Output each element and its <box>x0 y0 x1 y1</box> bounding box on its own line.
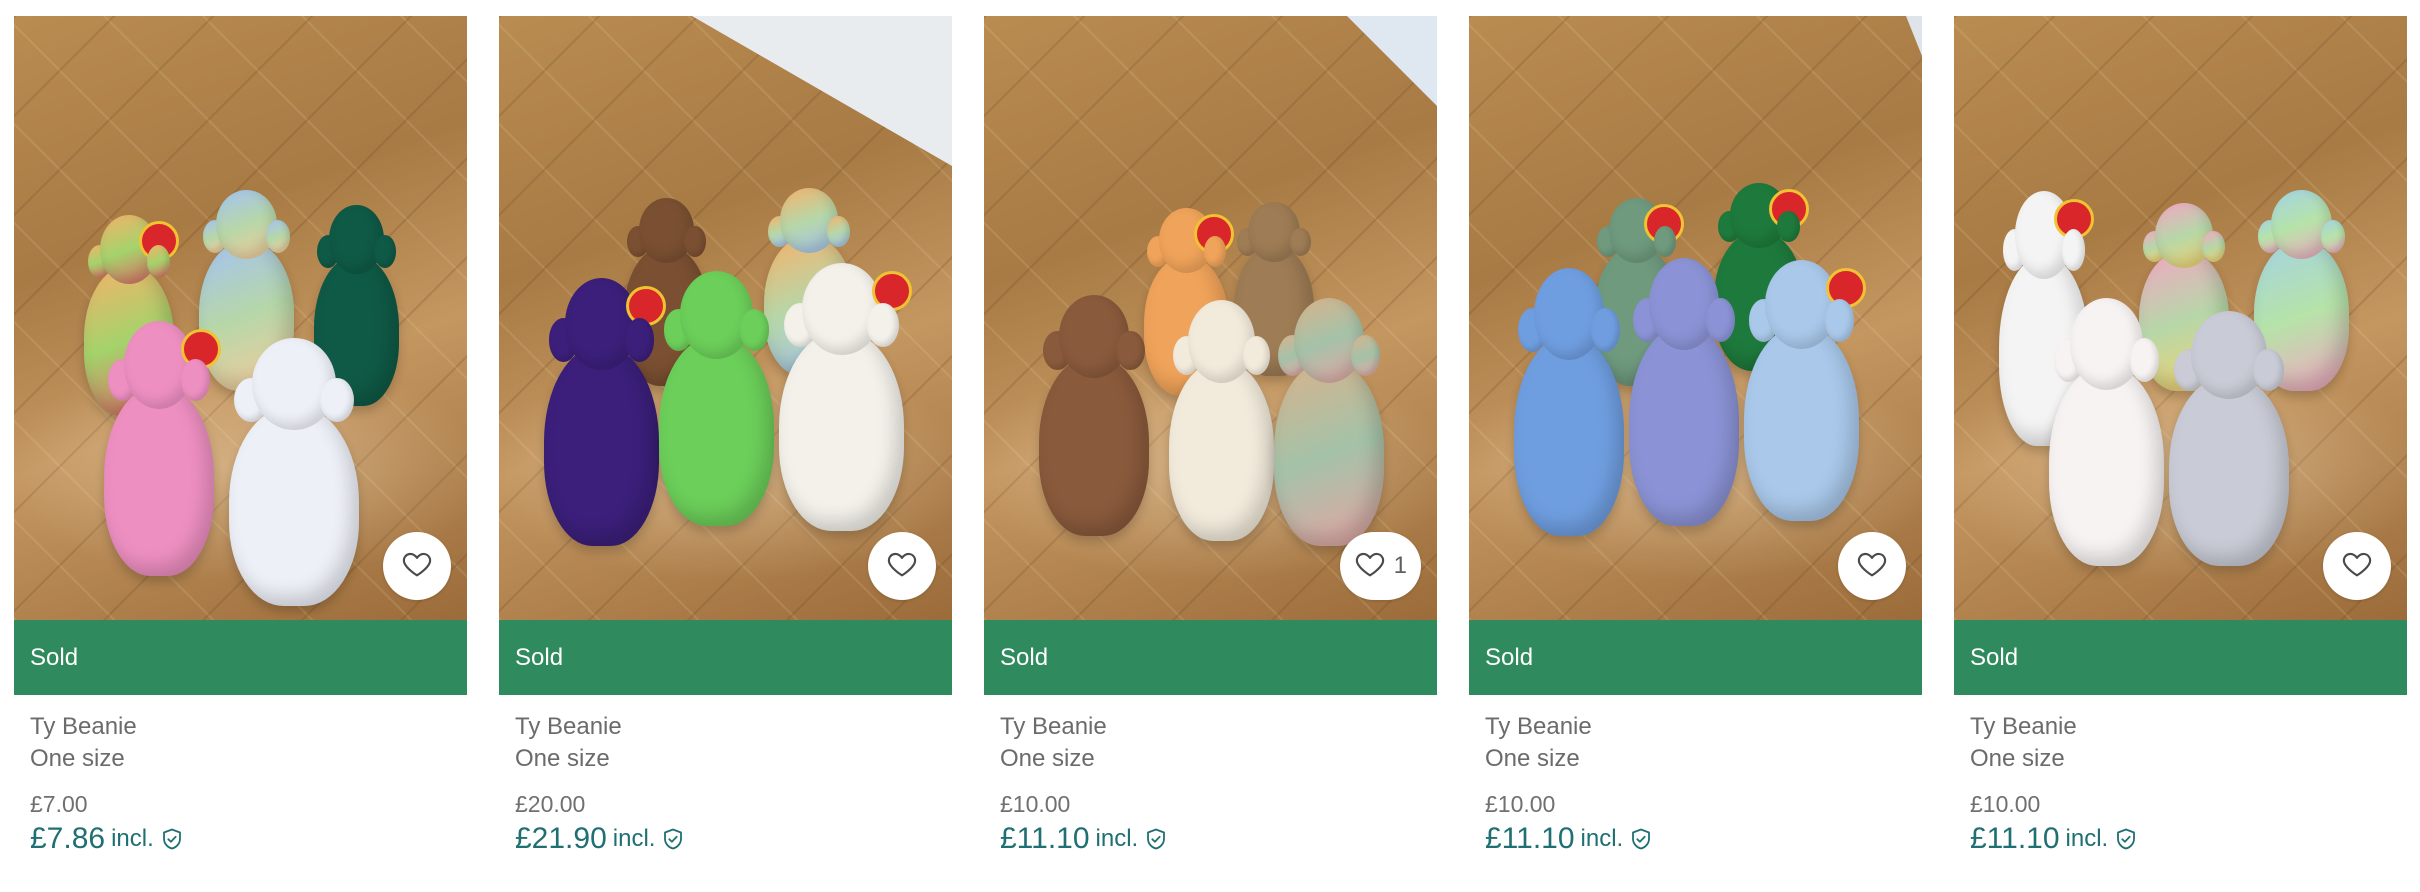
favorite-count: 1 <box>1393 552 1407 579</box>
item-info: Ty Beanie One size £7.00 £7.86 incl. <box>14 695 467 857</box>
item-info: Ty Beanie One size £10.00 £11.10 incl. <box>1469 695 1922 857</box>
favorite-button[interactable] <box>1838 532 1906 600</box>
item-photo[interactable] <box>1469 16 1922 620</box>
item-info: Ty Beanie One size £10.00 £11.10 incl. <box>984 695 1437 857</box>
total-price-row: £11.10 incl. <box>1970 821 2391 857</box>
sold-banner: Sold <box>499 620 952 695</box>
item-price: £10.00 <box>1000 791 1071 817</box>
buyer-protection-link[interactable]: incl. <box>1581 821 1624 857</box>
shield-check-icon[interactable] <box>160 827 184 851</box>
wall-corner <box>692 16 952 166</box>
sold-banner: Sold <box>1954 620 2407 695</box>
item-card[interactable]: Sold Ty Beanie One size £20.00 £21.90 in… <box>499 16 952 857</box>
item-photo[interactable] <box>14 16 467 620</box>
item-size: One size <box>1000 745 1095 772</box>
bear-figure <box>1744 259 1866 521</box>
item-photo[interactable] <box>1954 16 2407 620</box>
heart-outline-icon <box>401 548 433 584</box>
sold-banner: Sold <box>1469 620 1922 695</box>
wall-corner <box>1906 16 1922 56</box>
buyer-protection-link[interactable]: incl. <box>2066 821 2109 857</box>
bear-figure <box>2049 298 2164 566</box>
wall-corner <box>1347 16 1437 106</box>
item-total-price: £7.86 <box>30 822 106 855</box>
item-price: £7.00 <box>30 791 88 817</box>
shield-check-icon[interactable] <box>661 827 685 851</box>
item-size: One size <box>1970 745 2065 772</box>
buyer-protection-link[interactable]: incl. <box>1096 821 1139 857</box>
item-size: One size <box>1485 745 1580 772</box>
bear-figure <box>1039 294 1149 536</box>
item-total-price: £11.10 <box>1970 822 2060 855</box>
item-brand: Ty Beanie <box>1000 713 1107 740</box>
shield-check-icon[interactable] <box>2114 827 2138 851</box>
item-card[interactable]: Sold Ty Beanie One size £7.00 £7.86 incl… <box>14 16 467 857</box>
item-price: £10.00 <box>1970 791 2041 817</box>
item-price: £10.00 <box>1485 791 1556 817</box>
bear-figure <box>229 338 359 606</box>
heart-outline-icon <box>2341 548 2373 584</box>
bear-figure <box>779 263 912 531</box>
item-card[interactable]: Sold Ty Beanie One size £10.00 £11.10 in… <box>1954 16 2407 857</box>
item-photo[interactable]: 1 <box>984 16 1437 620</box>
heart-outline-icon <box>1354 548 1386 584</box>
favorite-button[interactable] <box>2323 532 2391 600</box>
item-brand: Ty Beanie <box>515 713 622 740</box>
item-brand: Ty Beanie <box>30 713 137 740</box>
bear-figure <box>1629 258 1739 526</box>
item-info: Ty Beanie One size £10.00 £11.10 incl. <box>1954 695 2407 857</box>
item-info: Ty Beanie One size £20.00 £21.90 incl. <box>499 695 952 857</box>
item-size: One size <box>30 745 125 772</box>
total-price-row: £11.10 incl. <box>1485 821 1906 857</box>
bear-figure <box>1514 268 1624 536</box>
item-size: One size <box>515 745 610 772</box>
item-total-price: £21.90 <box>515 822 607 855</box>
total-price-row: £11.10 incl. <box>1000 821 1421 857</box>
shield-check-icon[interactable] <box>1629 827 1653 851</box>
sold-banner: Sold <box>14 620 467 695</box>
heart-outline-icon <box>886 548 918 584</box>
total-price-row: £7.86 incl. <box>30 821 451 857</box>
shield-check-icon[interactable] <box>1144 827 1168 851</box>
bear-figure <box>659 271 774 526</box>
item-brand: Ty Beanie <box>1970 713 2077 740</box>
item-price: £20.00 <box>515 791 586 817</box>
item-card[interactable]: 1 Sold Ty Beanie One size £10.00 £11.10 … <box>984 16 1437 857</box>
sold-banner: Sold <box>984 620 1437 695</box>
favorite-button[interactable] <box>868 532 936 600</box>
buyer-protection-link[interactable]: incl. <box>613 821 656 857</box>
total-price-row: £21.90 incl. <box>515 821 936 857</box>
item-brand: Ty Beanie <box>1485 713 1592 740</box>
heart-outline-icon <box>1856 548 1888 584</box>
item-photo[interactable] <box>499 16 952 620</box>
item-grid: Sold Ty Beanie One size £7.00 £7.86 incl… <box>14 16 2408 857</box>
item-total-price: £11.10 <box>1000 822 1090 855</box>
buyer-protection-link[interactable]: incl. <box>111 821 154 857</box>
bear-figure <box>1169 299 1274 541</box>
bear-figure <box>2169 311 2289 566</box>
item-card[interactable]: Sold Ty Beanie One size £10.00 £11.10 in… <box>1469 16 1922 857</box>
bear-figure <box>544 278 666 546</box>
bear-figure <box>1274 298 1384 546</box>
bear-figure <box>104 321 221 576</box>
favorite-button[interactable] <box>383 532 451 600</box>
item-total-price: £11.10 <box>1485 822 1575 855</box>
favorite-button[interactable]: 1 <box>1339 532 1421 600</box>
